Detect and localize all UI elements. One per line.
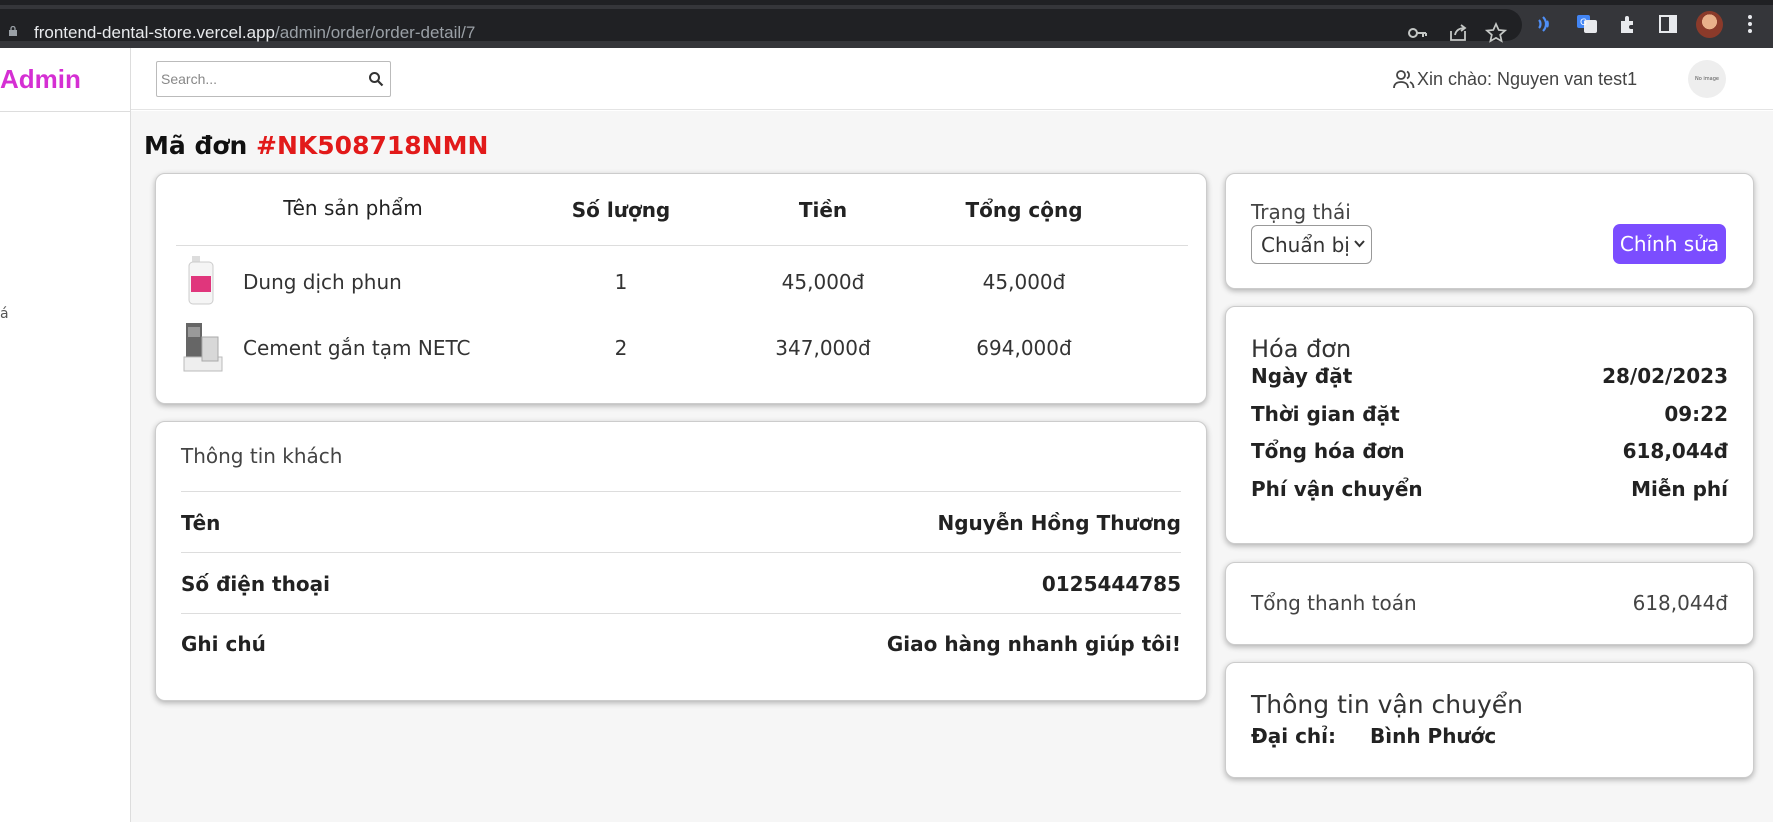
invoice-total-label: Tổng hóa đơn — [1251, 439, 1405, 463]
url-text[interactable]: frontend-dental-store.vercel.app/admin/o… — [34, 23, 475, 43]
shipping-info-card: Thông tin vận chuyển Đại chỉ: Bình Phước — [1225, 662, 1754, 778]
more-menu-icon[interactable] — [1738, 12, 1762, 36]
status-card: Trạng thái Chuẩn bị Chỉnh sửa — [1225, 173, 1754, 289]
customer-note-value: Giao hàng nhanh giúp tôi! — [886, 632, 1181, 656]
customer-phone-label: Số điện thoại — [181, 572, 330, 596]
table-row: Dung dịch phun 1 45,000đ 45,000đ — [156, 252, 1208, 312]
col-header-product: Tên sản phẩm — [283, 196, 423, 220]
product-quantity: 1 — [614, 270, 628, 294]
divider — [181, 613, 1181, 614]
status-select[interactable]: Chuẩn bị — [1251, 225, 1372, 264]
profile-avatar[interactable] — [1696, 11, 1723, 38]
product-quantity: 2 — [614, 336, 628, 360]
customer-phone-value: 0125444785 — [1041, 572, 1181, 596]
read-aloud-icon[interactable] — [1533, 12, 1557, 36]
col-header-total: Tổng cộng — [965, 198, 1083, 222]
payment-total-value: 618,044đ — [1632, 591, 1728, 615]
divider — [181, 491, 1181, 492]
order-title-prefix: Mã đơn — [144, 131, 248, 160]
page-title: Mã đơn #NK508718NMN — [144, 131, 488, 160]
product-price: 45,000đ — [781, 270, 865, 294]
product-name[interactable]: Cement gắn tạm NETC — [243, 336, 470, 360]
brand-logo[interactable]: Admin — [0, 64, 81, 95]
customer-name-value: Nguyễn Hồng Thương — [937, 511, 1181, 535]
main-content: Mã đơn #NK508718NMN Tên sản phẩm Số lượn… — [131, 111, 1773, 822]
chevron-down-icon — [1354, 240, 1365, 248]
invoice-title: Hóa đơn — [1251, 335, 1352, 363]
divider — [181, 552, 1181, 553]
product-total: 45,000đ — [982, 270, 1066, 294]
customer-info-card: Thông tin khách Tên Nguyễn Hồng Thương S… — [155, 421, 1207, 701]
search-input[interactable] — [161, 68, 361, 90]
browser-chrome: frontend-dental-store.vercel.app/admin/o… — [0, 0, 1773, 48]
sidebar: Admin á — [0, 48, 131, 822]
product-price: 347,000đ — [775, 336, 871, 360]
top-header: Xin chào: Nguyen van test1 No image — [131, 48, 1773, 110]
order-date-label: Ngày đặt — [1251, 364, 1353, 388]
user-greeting[interactable]: Xin chào: Nguyen van test1 — [1392, 68, 1637, 90]
product-image — [188, 256, 214, 305]
greeting-text: Xin chào: Nguyen van test1 — [1417, 68, 1638, 89]
edit-button[interactable]: Chỉnh sửa — [1613, 224, 1726, 264]
url-path: /admin/order/order-detail/7 — [274, 23, 476, 42]
svg-text:G: G — [1580, 18, 1587, 28]
address-label: Đại chỉ: — [1251, 724, 1337, 748]
product-total: 694,000đ — [976, 336, 1072, 360]
customer-note-label: Ghi chú — [181, 632, 266, 656]
translate-icon[interactable]: G — [1575, 12, 1599, 36]
address-bar[interactable]: frontend-dental-store.vercel.app/admin/o… — [0, 9, 1522, 44]
order-time-label: Thời gian đặt — [1251, 402, 1400, 426]
product-name[interactable]: Dung dịch phun — [243, 270, 402, 294]
status-selected-value: Chuẩn bị — [1261, 232, 1350, 257]
shipping-fee-value: Miễn phí — [1631, 477, 1728, 501]
divider — [0, 111, 131, 112]
order-code: #NK508718NMN — [256, 131, 489, 160]
side-panel-icon[interactable] — [1656, 12, 1680, 36]
sidebar-item-fragment[interactable]: á — [0, 306, 9, 322]
products-card: Tên sản phẩm Số lượng Tiền Tổng cộng Dun… — [155, 173, 1207, 404]
table-row: Cement gắn tạm NETC 2 347,000đ 694,000đ — [156, 323, 1208, 387]
order-date-value: 28/02/2023 — [1602, 364, 1728, 388]
order-time-value: 09:22 — [1664, 402, 1728, 426]
col-header-quantity: Số lượng — [571, 198, 671, 222]
tab-strip — [0, 0, 1773, 5]
extensions-icon[interactable] — [1616, 12, 1640, 36]
invoice-total-value: 618,044đ — [1622, 439, 1728, 463]
lock-icon — [9, 26, 17, 36]
share-icon[interactable] — [1447, 22, 1469, 44]
invoice-card: Hóa đơn Ngày đặt 28/02/2023 Thời gian đặ… — [1225, 306, 1754, 544]
shipping-info-title: Thông tin vận chuyển — [1251, 690, 1523, 719]
payment-total-label: Tổng thanh toán — [1251, 591, 1417, 615]
table-divider — [176, 245, 1188, 246]
search-icon[interactable] — [368, 71, 384, 87]
customer-info-title: Thông tin khách — [181, 444, 343, 468]
product-image — [183, 323, 223, 372]
customer-name-label: Tên — [181, 511, 221, 535]
address-value: Bình Phước — [1370, 724, 1497, 748]
col-header-price: Tiền — [798, 198, 848, 222]
shipping-fee-label: Phí vận chuyển — [1251, 477, 1423, 501]
url-host: frontend-dental-store.vercel.app — [34, 23, 275, 42]
payment-total-card: Tổng thanh toán 618,044đ — [1225, 562, 1754, 645]
search-box[interactable] — [156, 61, 391, 97]
status-label: Trạng thái — [1251, 200, 1351, 224]
users-icon — [1393, 70, 1415, 89]
key-icon[interactable] — [1406, 22, 1428, 44]
star-icon[interactable] — [1485, 22, 1507, 44]
avatar[interactable]: No image — [1688, 60, 1726, 98]
